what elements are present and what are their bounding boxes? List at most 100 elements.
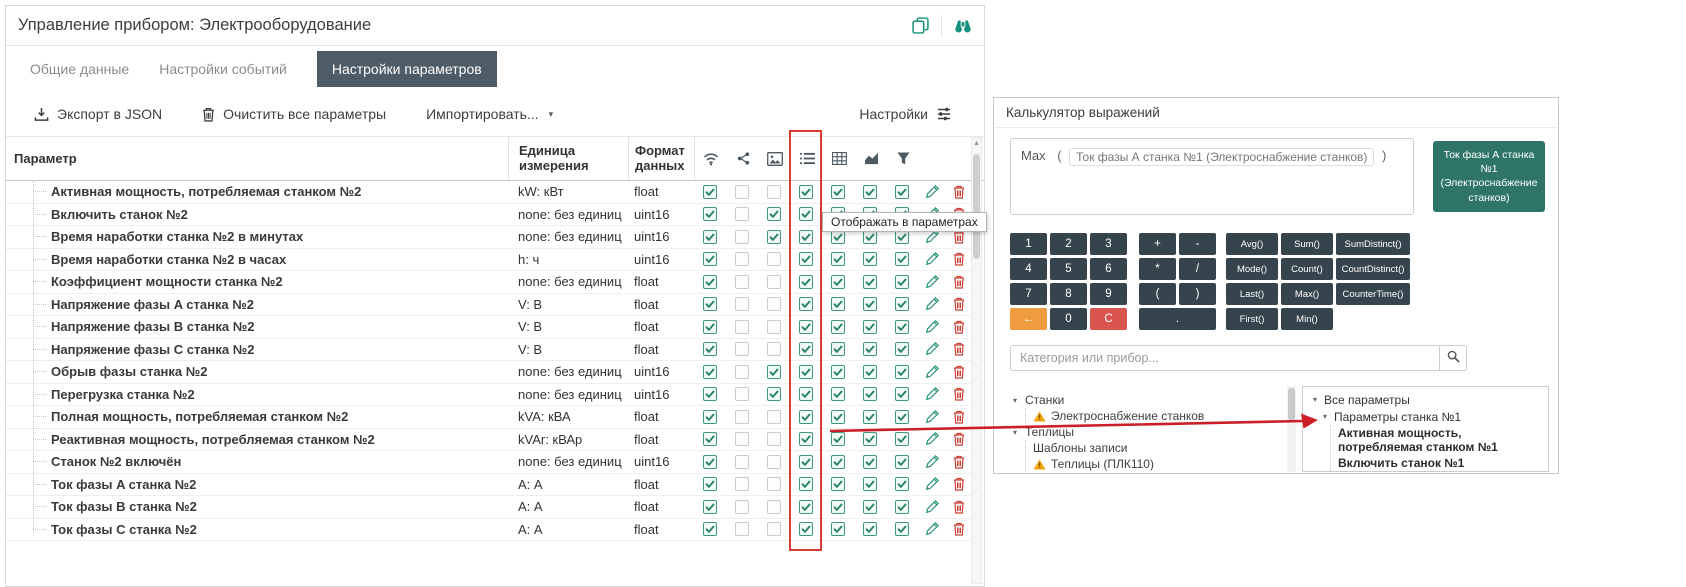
import-dropdown[interactable]: Импортировать... ▾ — [426, 106, 553, 122]
table-checkbox[interactable] — [831, 275, 845, 289]
parameter-tree-item[interactable]: Время наработки станка №1 в минутах — [1338, 471, 1541, 472]
funnel-checkbox[interactable] — [895, 320, 909, 334]
area-chart-checkbox[interactable] — [863, 455, 877, 469]
delete-icon[interactable] — [953, 477, 965, 491]
wifi-checkbox[interactable] — [703, 297, 717, 311]
funnel-checkbox[interactable] — [895, 477, 909, 491]
function-button[interactable]: CounterTime() — [1336, 283, 1410, 305]
list-checkbox[interactable] — [799, 275, 813, 289]
function-button[interactable]: Count() — [1281, 258, 1333, 280]
copy-icon[interactable] — [912, 17, 929, 34]
delete-icon[interactable] — [953, 320, 965, 334]
funnel-checkbox[interactable] — [895, 500, 909, 514]
tab-event-settings[interactable]: Настройки событий — [159, 51, 287, 87]
image-checkbox[interactable] — [767, 500, 781, 514]
list-checkbox[interactable] — [799, 320, 813, 334]
share-checkbox[interactable] — [735, 207, 749, 221]
funnel-checkbox[interactable] — [895, 185, 909, 199]
list-checkbox[interactable] — [799, 230, 813, 244]
delete-icon[interactable] — [953, 297, 965, 311]
share-checkbox[interactable] — [735, 410, 749, 424]
table-checkbox[interactable] — [831, 252, 845, 266]
wifi-checkbox[interactable] — [703, 185, 717, 199]
image-checkbox[interactable] — [767, 410, 781, 424]
export-json-button[interactable]: Экспорт в JSON — [34, 106, 162, 122]
funnel-checkbox[interactable] — [895, 387, 909, 401]
digit-button[interactable]: 5 — [1050, 258, 1087, 280]
digit-button[interactable]: 2 — [1050, 233, 1087, 255]
wifi-checkbox[interactable] — [703, 477, 717, 491]
edit-icon[interactable] — [925, 185, 939, 199]
expression-input[interactable]: Max ( Ток фазы А станка №1 (Электроснабж… — [1010, 138, 1414, 215]
table-checkbox[interactable] — [831, 320, 845, 334]
delete-icon[interactable] — [953, 342, 965, 356]
image-checkbox[interactable] — [767, 275, 781, 289]
device-tree-item[interactable]: Теплицы (ПЛК110) — [1033, 456, 1282, 472]
tab-parameter-settings[interactable]: Настройки параметров — [317, 51, 497, 87]
table-checkbox[interactable] — [831, 342, 845, 356]
funnel-checkbox[interactable] — [895, 342, 909, 356]
selected-parameter-chip[interactable]: Ток фазы А станка №1 (Электроснабжение с… — [1433, 141, 1545, 212]
dot-button[interactable]: . — [1139, 308, 1216, 330]
edit-icon[interactable] — [925, 477, 939, 491]
edit-icon[interactable] — [925, 275, 939, 289]
wifi-checkbox[interactable] — [703, 387, 717, 401]
wifi-checkbox[interactable] — [703, 522, 717, 536]
wifi-checkbox[interactable] — [703, 342, 717, 356]
share-checkbox[interactable] — [735, 477, 749, 491]
table-checkbox[interactable] — [831, 297, 845, 311]
share-checkbox[interactable] — [735, 230, 749, 244]
share-checkbox[interactable] — [735, 522, 749, 536]
area-chart-column-header[interactable] — [855, 137, 887, 180]
delete-icon[interactable] — [953, 275, 965, 289]
table-checkbox[interactable] — [831, 185, 845, 199]
share-checkbox[interactable] — [735, 455, 749, 469]
share-checkbox[interactable] — [735, 365, 749, 379]
image-checkbox[interactable] — [767, 387, 781, 401]
tab-general-data[interactable]: Общие данные — [30, 51, 129, 87]
list-checkbox[interactable] — [799, 522, 813, 536]
edit-icon[interactable] — [925, 252, 939, 266]
zero-button[interactable]: 0 — [1050, 308, 1087, 330]
wifi-checkbox[interactable] — [703, 230, 717, 244]
wifi-checkbox[interactable] — [703, 320, 717, 334]
scroll-up-icon[interactable]: ▲ — [972, 140, 981, 147]
table-checkbox[interactable] — [831, 365, 845, 379]
delete-icon[interactable] — [953, 455, 965, 469]
clear-all-parameters-button[interactable]: Очистить все параметры — [202, 106, 386, 122]
digit-button[interactable]: 6 — [1090, 258, 1127, 280]
share-checkbox[interactable] — [735, 275, 749, 289]
table-column-header[interactable] — [823, 137, 855, 180]
list-checkbox[interactable] — [799, 410, 813, 424]
delete-icon[interactable] — [953, 252, 965, 266]
funnel-checkbox[interactable] — [895, 252, 909, 266]
digit-button[interactable]: 9 — [1090, 283, 1127, 305]
list-checkbox[interactable] — [799, 455, 813, 469]
tree-scrollbar[interactable] — [1287, 386, 1296, 472]
digit-button[interactable]: 7 — [1010, 283, 1047, 305]
binoculars-icon[interactable] — [954, 18, 972, 34]
operator-button[interactable]: - — [1179, 233, 1216, 255]
function-button[interactable]: CountDistinct() — [1336, 258, 1410, 280]
share-checkbox[interactable] — [735, 342, 749, 356]
function-button[interactable]: Min() — [1281, 308, 1333, 330]
delete-icon[interactable] — [953, 500, 965, 514]
delete-icon[interactable] — [953, 432, 965, 446]
digit-button[interactable]: 3 — [1090, 233, 1127, 255]
edit-icon[interactable] — [925, 297, 939, 311]
list-checkbox[interactable] — [799, 252, 813, 266]
image-checkbox[interactable] — [767, 252, 781, 266]
parameter-tree-group[interactable]: ▾ Параметры станка №1 — [1320, 408, 1541, 425]
tree-scrollbar-thumb[interactable] — [1288, 388, 1295, 420]
column-header-parameter[interactable]: Параметр — [6, 151, 508, 166]
area-chart-checkbox[interactable] — [863, 320, 877, 334]
wifi-checkbox[interactable] — [703, 432, 717, 446]
image-checkbox[interactable] — [767, 320, 781, 334]
operator-button[interactable]: / — [1179, 258, 1216, 280]
function-button[interactable]: First() — [1226, 308, 1278, 330]
wifi-checkbox[interactable] — [703, 365, 717, 379]
edit-icon[interactable] — [925, 455, 939, 469]
table-checkbox[interactable] — [831, 522, 845, 536]
list-checkbox[interactable] — [799, 297, 813, 311]
share-checkbox[interactable] — [735, 297, 749, 311]
